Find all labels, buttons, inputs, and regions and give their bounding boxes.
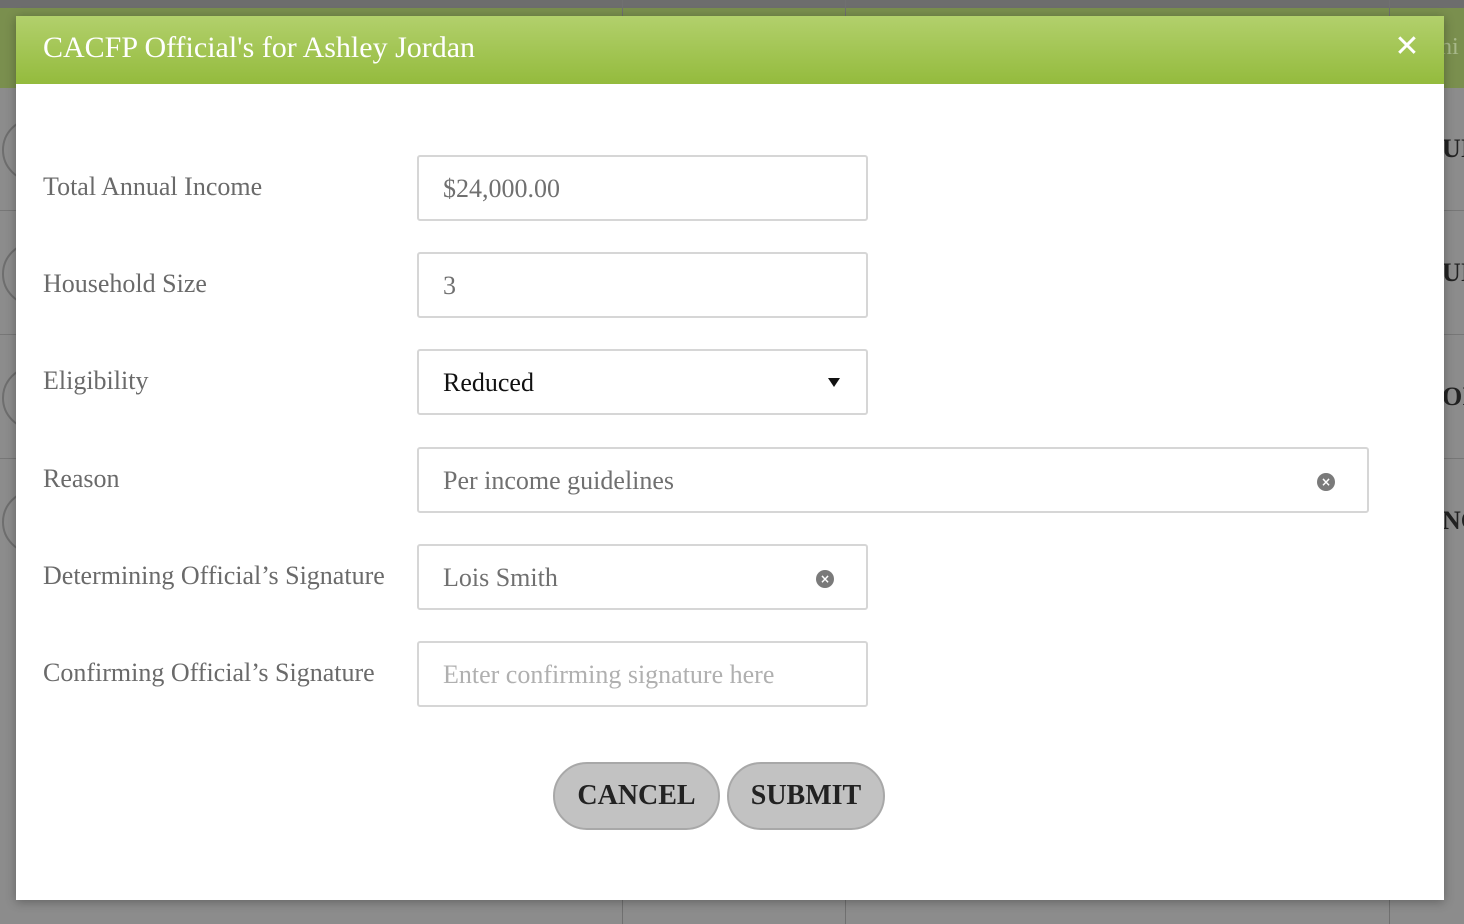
eligibility-selected-value: Reduced [443, 368, 534, 397]
background-text-fragment: NC [1442, 506, 1464, 535]
eligibility-select[interactable]: Reduced [417, 349, 868, 415]
determining-signature-field[interactable]: Lois Smith × [417, 544, 868, 610]
reason-value: Per income guidelines [443, 466, 675, 495]
income-row: Total Annual Income $24,000.00 [16, 155, 1444, 225]
background-text-fragment: UI [1442, 134, 1464, 163]
household-value: 3 [443, 271, 456, 300]
determining-signature-value: Lois Smith [443, 563, 558, 592]
background-text-fragment: UI [1442, 258, 1464, 287]
eligibility-label: Eligibility [43, 366, 149, 395]
determining-signature-row: Determining Official’s Signature Lois Sm… [16, 544, 1444, 614]
dialog-title: CACFP Official's for Ashley Jordan [43, 31, 476, 64]
eligibility-row: Eligibility Reduced [16, 349, 1444, 419]
chevron-down-icon [828, 378, 840, 387]
submit-button[interactable]: SUBMIT [727, 762, 885, 830]
clear-icon[interactable]: × [1317, 473, 1335, 491]
determining-signature-label: Determining Official’s Signature [43, 561, 385, 590]
dialog-header: CACFP Official's for Ashley Jordan ✕ [16, 16, 1444, 84]
confirming-signature-placeholder: Enter confirming signature here [443, 660, 775, 689]
income-label: Total Annual Income [43, 172, 263, 201]
clear-icon[interactable]: × [816, 570, 834, 588]
background-text-fragment: OI [1442, 382, 1464, 411]
cacfp-officials-dialog: CACFP Official's for Ashley Jordan ✕ Tot… [16, 16, 1444, 900]
household-label: Household Size [43, 269, 207, 298]
income-field[interactable]: $24,000.00 [417, 155, 868, 221]
income-value: $24,000.00 [443, 174, 560, 203]
household-row: Household Size 3 [16, 252, 1444, 322]
reason-row: Reason Per income guidelines × [16, 447, 1444, 517]
cancel-button[interactable]: CANCEL [553, 762, 720, 830]
background-top-strip [0, 0, 1464, 8]
reason-field[interactable]: Per income guidelines × [417, 447, 1369, 513]
confirming-signature-field[interactable]: Enter confirming signature here [417, 641, 868, 707]
confirming-signature-label: Confirming Official’s Signature [43, 658, 375, 687]
household-size-field[interactable]: 3 [417, 252, 868, 318]
confirming-signature-row: Confirming Official’s Signature Enter co… [16, 641, 1444, 711]
close-icon[interactable]: ✕ [1392, 32, 1422, 62]
reason-label: Reason [43, 464, 120, 493]
